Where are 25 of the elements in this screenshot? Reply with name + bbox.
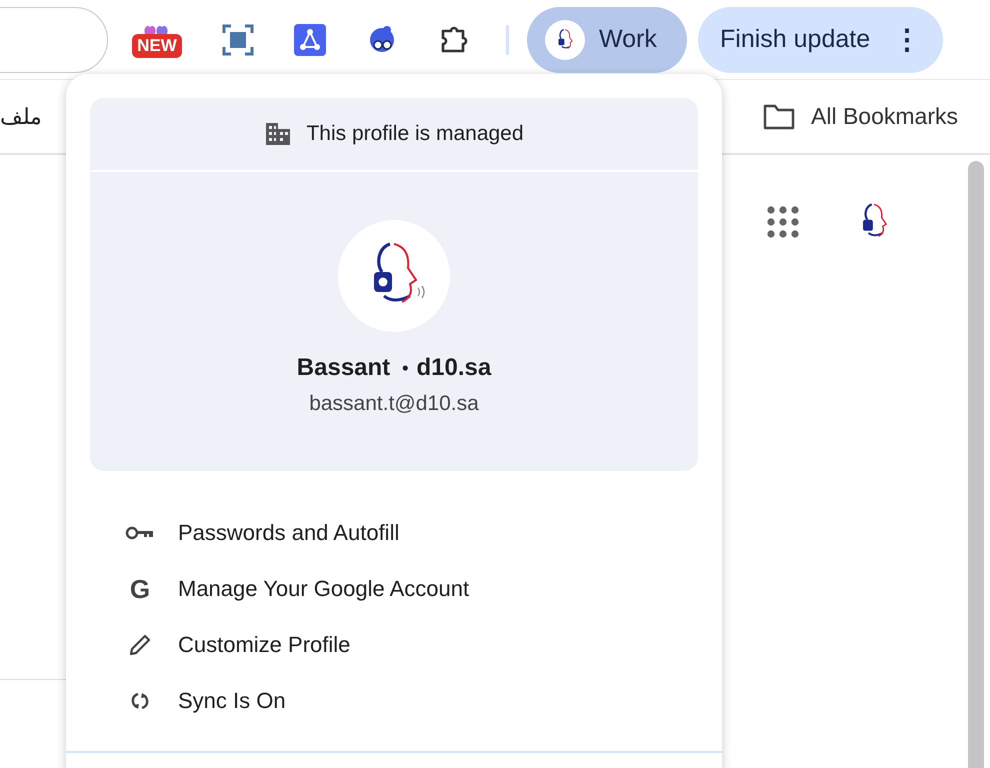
finish-update-button[interactable]: Finish update ⋮ (698, 6, 943, 72)
all-bookmarks-button[interactable]: All Bookmarks (757, 102, 964, 131)
bookmark-item[interactable]: ملف (0, 104, 42, 130)
key-icon (125, 526, 155, 540)
menu-item[interactable]: Passwords and Autofill (90, 505, 698, 561)
folder-icon (763, 104, 796, 130)
menu-item[interactable]: Sync Is On (90, 673, 698, 729)
apps-grid-icon[interactable] (766, 205, 800, 239)
headset-avatar-icon (545, 20, 585, 60)
profile-button[interactable]: Work (527, 6, 687, 72)
google-icon: G (130, 574, 150, 604)
profile-domain: d10.sa (416, 354, 492, 382)
menu-item[interactable]: Customize Profile (90, 617, 698, 673)
pencil-icon (128, 633, 152, 657)
sync-icon (129, 690, 151, 712)
separator-dot: • (402, 358, 408, 378)
menu-item[interactable]: G Manage Your Google Account (90, 561, 698, 617)
new-badge: NEW (132, 34, 182, 58)
profile-email: bassant.t@d10.sa (309, 392, 479, 416)
more-menu-icon[interactable]: ⋮ (893, 23, 921, 56)
profile-name: Bassant (296, 354, 390, 382)
scrollbar[interactable] (968, 161, 984, 768)
extension-button[interactable]: NEW (130, 20, 184, 60)
managed-notice: This profile is managed (306, 122, 524, 146)
building-icon (264, 121, 292, 147)
